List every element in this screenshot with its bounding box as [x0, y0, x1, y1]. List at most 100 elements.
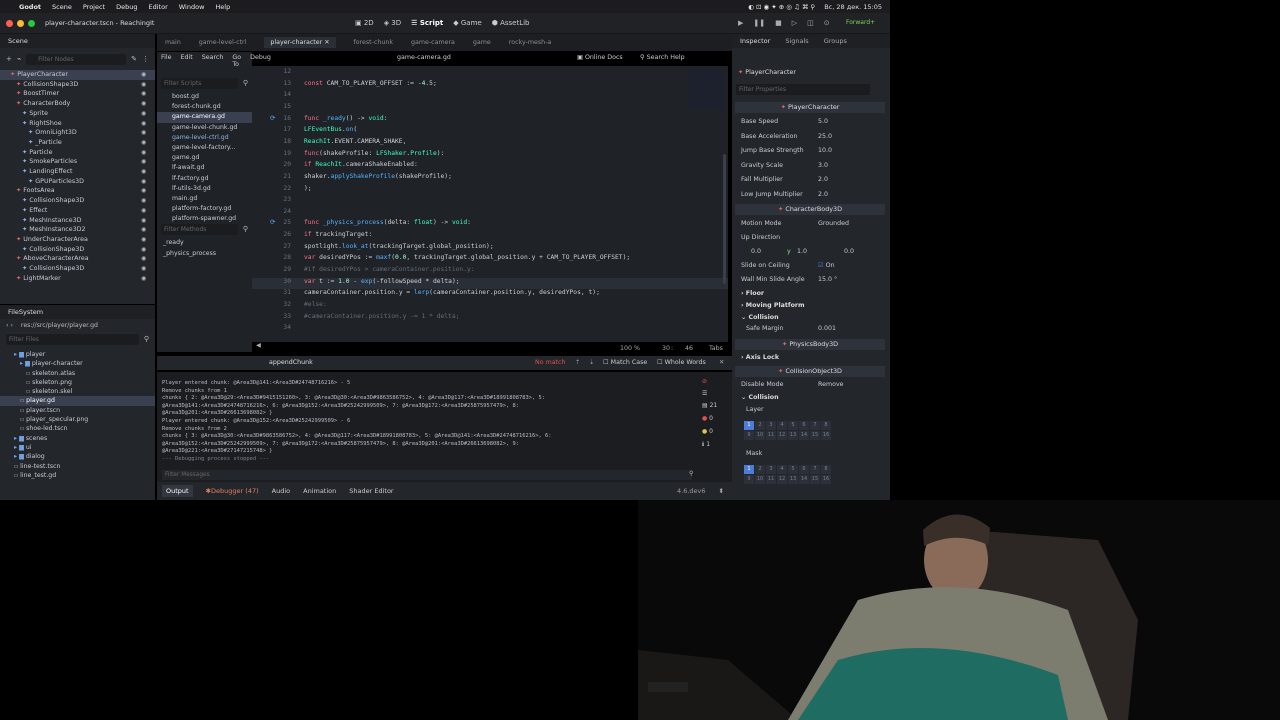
group-moving-platform[interactable]: › Moving Platform [741, 302, 805, 309]
copy-icon[interactable]: ☰ [702, 390, 730, 402]
stop-icon[interactable]: ■ [775, 19, 782, 27]
play-icon[interactable]: ▶ [738, 19, 743, 27]
up-z-field[interactable]: 0.0 [844, 246, 854, 258]
code-line[interactable]: 13 const CAM_TO_PLAYER_OFFSET := -4.5; [252, 80, 728, 92]
layer-bit[interactable]: 3 [766, 421, 776, 430]
collapse-icon[interactable]: ◀ [256, 342, 261, 349]
menu-app[interactable]: Godot [19, 3, 41, 11]
scene-node[interactable]: ✦ CollisionShape3D ◉ [0, 245, 155, 255]
menu-editor[interactable]: Editor [149, 3, 168, 11]
tab-signals[interactable]: Signals [785, 37, 808, 45]
safe-margin-field[interactable]: 0.001 [818, 323, 836, 335]
match-case-checkbox[interactable]: ☐ Match Case [603, 359, 647, 366]
pause-icon[interactable]: ❚❚ [753, 19, 765, 27]
layer-bit[interactable]: 16 [821, 475, 831, 484]
play-scene-icon[interactable]: ▷ [792, 19, 797, 27]
code-line[interactable]: 23 [252, 196, 728, 208]
code-line[interactable]: 19 func(shakeProfile: LFShaker.Profile): [252, 150, 728, 162]
section-playercharacter[interactable]: ✦ PlayerCharacter [735, 102, 885, 113]
menu-dots-icon[interactable]: ⋮ [142, 55, 149, 63]
group-axis-lock[interactable]: › Axis Lock [741, 354, 779, 361]
editor-tab[interactable]: game [473, 39, 491, 46]
visibility-eye-icon[interactable]: ◉ [141, 216, 146, 226]
code-line[interactable]: 29 #if desiredYPos > cameraContainer.pos… [252, 266, 728, 278]
tab-scene[interactable]: Scene [8, 37, 28, 45]
find-prev-icon[interactable]: ⇡ [575, 359, 580, 366]
layer-bit[interactable]: 1 [744, 421, 754, 430]
layer-bit[interactable]: 10 [755, 475, 765, 484]
file-item[interactable]: ▫ line-test.tscn [0, 462, 155, 471]
layer-bit[interactable]: 14 [799, 475, 809, 484]
tab-output[interactable]: Output [162, 485, 193, 497]
layer-bit[interactable]: 6 [799, 465, 809, 474]
file-item[interactable]: ▸ ▆ dialog [0, 452, 155, 461]
scene-node[interactable]: ✦ FootsArea ◉ [0, 186, 155, 196]
scene-node[interactable]: ✦ CollisionShape3D ◉ [0, 196, 155, 206]
layer-bit[interactable]: 13 [788, 431, 798, 440]
layer-bit[interactable]: 4 [777, 421, 787, 430]
filter-log-count[interactable]: ▤ 21 [702, 402, 730, 415]
file-item[interactable]: ▫ shoe-led.tscn [0, 424, 155, 433]
editor-tab[interactable]: rocky-mesh-a [509, 39, 552, 46]
layer-bit[interactable]: 11 [766, 475, 776, 484]
code-line[interactable]: 12 [252, 68, 728, 80]
property-value-field[interactable]: 10.0 [818, 145, 832, 157]
close-icon[interactable]: ✕ [719, 359, 724, 366]
editor-menu-edit[interactable]: Edit [181, 54, 193, 68]
collision-mask-grid[interactable]: 1 2 3 4 5 6 7 8 9 10 11 12 13 14 15 16 [744, 465, 831, 484]
layer-bit[interactable]: 8 [821, 421, 831, 430]
up-y-field[interactable]: 1.0 [797, 246, 807, 258]
editor-menu-search[interactable]: Search [202, 54, 224, 68]
workspace-script[interactable]: ☰ Script [411, 19, 443, 27]
file-item[interactable]: ▫ player.gd [0, 396, 155, 406]
layer-bit[interactable]: 9 [744, 475, 754, 484]
script-list-item[interactable]: game-camera.gd [157, 112, 252, 123]
renderer-select[interactable]: Forward+ [846, 19, 875, 26]
method-item[interactable]: _ready [163, 238, 216, 249]
layer-bit[interactable]: 6 [799, 421, 809, 430]
forward-icon[interactable]: › [10, 322, 12, 329]
add-node-icon[interactable]: + [6, 55, 12, 63]
scene-node[interactable]: ✦ GPUParticles3D ◉ [0, 177, 155, 187]
search-icon[interactable]: ⚲ [243, 79, 248, 87]
visibility-eye-icon[interactable]: ◉ [141, 196, 146, 206]
whole-words-checkbox[interactable]: ☐ Whole Words [657, 359, 706, 366]
section-physicsbody3d[interactable]: ✦ PhysicsBody3D [735, 339, 885, 350]
motion-mode-select[interactable]: Grounded [818, 218, 849, 230]
editor-scrollbar[interactable] [723, 154, 726, 284]
back-icon[interactable]: ‹ [6, 322, 8, 329]
visibility-eye-icon[interactable]: ◉ [141, 274, 146, 284]
zoom-level[interactable]: 100 % [620, 345, 640, 352]
code-line[interactable]: 14 [252, 91, 728, 103]
editor-menu-goto[interactable]: Go To [232, 54, 241, 68]
layer-bit[interactable]: 10 [755, 431, 765, 440]
play-custom-icon[interactable]: ◫ [807, 19, 814, 27]
visibility-eye-icon[interactable]: ◉ [141, 80, 146, 90]
property-value-field[interactable]: 2.0 [818, 174, 828, 186]
workspace-assetlib[interactable]: ⬢ AssetLib [492, 19, 530, 27]
visibility-eye-icon[interactable]: ◉ [141, 148, 146, 158]
code-line[interactable]: 27 spotlight.look_at(trackingTarget.glob… [252, 243, 728, 255]
code-line[interactable]: 33 #cameraContainer.position.y -= 1 * de… [252, 313, 728, 325]
file-item[interactable]: ▫ skeleton.png [0, 378, 155, 387]
scene-node[interactable]: ✦ LandingEffect ◉ [0, 167, 155, 177]
scene-node[interactable]: ✦ MeshInstance3D2 ◉ [0, 225, 155, 235]
filter-files-input[interactable]: Filter Files [6, 333, 139, 345]
code-line[interactable]: 22 ); [252, 185, 728, 197]
code-line[interactable]: 32 #else: [252, 301, 728, 313]
group-collision-layers[interactable]: ⌄ Collision [741, 394, 779, 401]
scene-node[interactable]: ✦ RightShoe ◉ [0, 119, 155, 129]
visibility-eye-icon[interactable]: ◉ [141, 206, 146, 216]
search-icon[interactable]: ⚲ [243, 225, 248, 233]
menu-debug[interactable]: Debug [116, 3, 137, 11]
visibility-eye-icon[interactable]: ◉ [141, 186, 146, 196]
editor-tab[interactable]: forest-chunk [354, 39, 394, 46]
editor-tab[interactable]: game-camera [411, 39, 455, 46]
clear-icon[interactable]: ⊘ [702, 378, 730, 390]
visibility-eye-icon[interactable]: ◉ [141, 109, 146, 119]
code-minimap[interactable] [688, 70, 724, 110]
property-value-field[interactable]: 5.0 [818, 116, 828, 128]
scene-node[interactable]: ✦ MeshInstance3D ◉ [0, 216, 155, 226]
layer-bit[interactable]: 12 [777, 475, 787, 484]
layer-bit[interactable]: 2 [755, 465, 765, 474]
